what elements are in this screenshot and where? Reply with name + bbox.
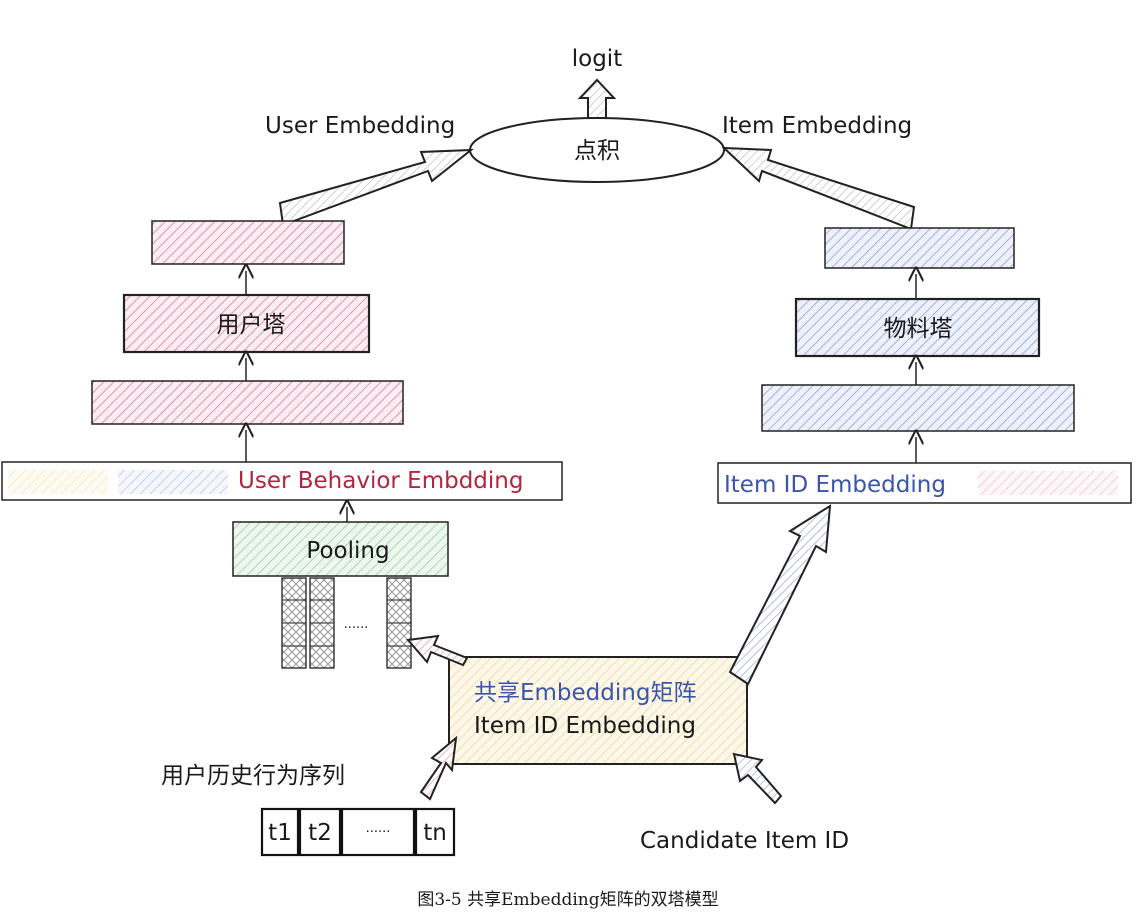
user-output-layer: [151, 220, 345, 265]
shared-embedding-matrix: [448, 656, 748, 765]
item-embedding-label: Item Embedding: [722, 113, 912, 139]
sequence-label: 用户历史行为序列: [161, 763, 345, 789]
item-hidden-layer: [761, 384, 1075, 432]
sequence-to-shared-arrow: [419, 735, 458, 801]
sequence-text-t1: t1: [268, 820, 292, 846]
columns-ellipsis: ......: [344, 617, 369, 632]
sequence-text-t2: t2: [308, 820, 332, 846]
user-tower-label: 用户塔: [217, 312, 286, 338]
sequence-text-tn: tn: [423, 820, 447, 846]
item-output-layer: [824, 227, 1015, 269]
user-behavior-embedding-label: User Behavior Embdding: [238, 468, 523, 494]
logit-up-arrow: [577, 78, 617, 119]
shared-matrix-subtitle: Item ID Embedding: [474, 713, 696, 739]
logit-label: logit: [572, 46, 622, 72]
item-feature-segment: [978, 471, 1118, 495]
sequence-text-ellipsis: ......: [366, 821, 391, 836]
shared-to-columns-arrow: [406, 634, 469, 667]
feature-segment-1: [8, 470, 108, 494]
user-embedding-label: User Embedding: [265, 113, 455, 139]
figure-caption: 图3-5 共享Embedding矩阵的双塔模型: [417, 890, 718, 910]
user-to-dot-arrow: [278, 148, 475, 227]
candidate-item-id-label: Candidate Item ID: [640, 828, 849, 854]
candidate-to-shared-arrow: [732, 752, 783, 805]
feature-segment-2: [118, 470, 228, 494]
dot-product-label: 点积: [574, 138, 620, 164]
shared-to-item-arrow: [728, 504, 832, 686]
diagram-canvas: logit 点积 User Embedding Item Embedding 用…: [1, 46, 1132, 910]
item-id-embedding-label: Item ID Embedding: [724, 472, 946, 498]
user-hidden-layer: [91, 380, 404, 425]
shared-matrix-title: 共享Embedding矩阵: [474, 680, 696, 706]
pooling-label: Pooling: [306, 538, 389, 564]
item-tower-label: 物料塔: [884, 316, 953, 342]
item-to-dot-arrow: [721, 146, 916, 231]
